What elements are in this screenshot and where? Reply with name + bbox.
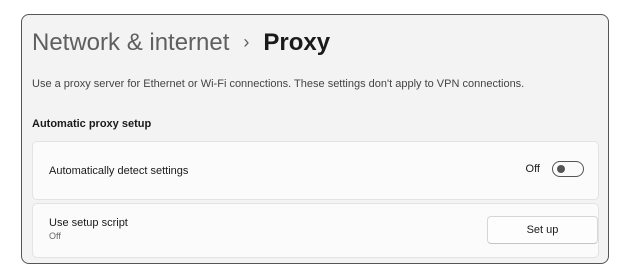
auto-detect-setting-card: Automatically detect settings Off xyxy=(32,141,599,200)
breadcrumb: Network & internet › Proxy xyxy=(32,29,330,57)
auto-detect-state-label: Off xyxy=(525,163,540,175)
page-description: Use a proxy server for Ethernet or Wi-Fi… xyxy=(32,78,525,90)
toggle-knob xyxy=(557,165,565,173)
setup-script-label: Use setup script xyxy=(49,217,128,229)
page-title: Proxy xyxy=(263,29,331,56)
section-title-automatic-proxy: Automatic proxy setup xyxy=(32,118,152,130)
setup-script-status: Off xyxy=(49,231,61,241)
auto-detect-label: Automatically detect settings xyxy=(49,165,189,177)
chevron-right-icon: › xyxy=(243,31,250,52)
auto-detect-toggle-group: Off xyxy=(526,161,584,177)
settings-window: Network & internet › Proxy Use a proxy s… xyxy=(21,14,609,264)
set-up-button[interactable]: Set up xyxy=(487,216,598,244)
breadcrumb-network-internet[interactable]: Network & internet xyxy=(32,29,229,57)
setup-script-setting-card: Use setup script Off Set up xyxy=(32,203,599,258)
auto-detect-toggle[interactable] xyxy=(552,161,584,177)
